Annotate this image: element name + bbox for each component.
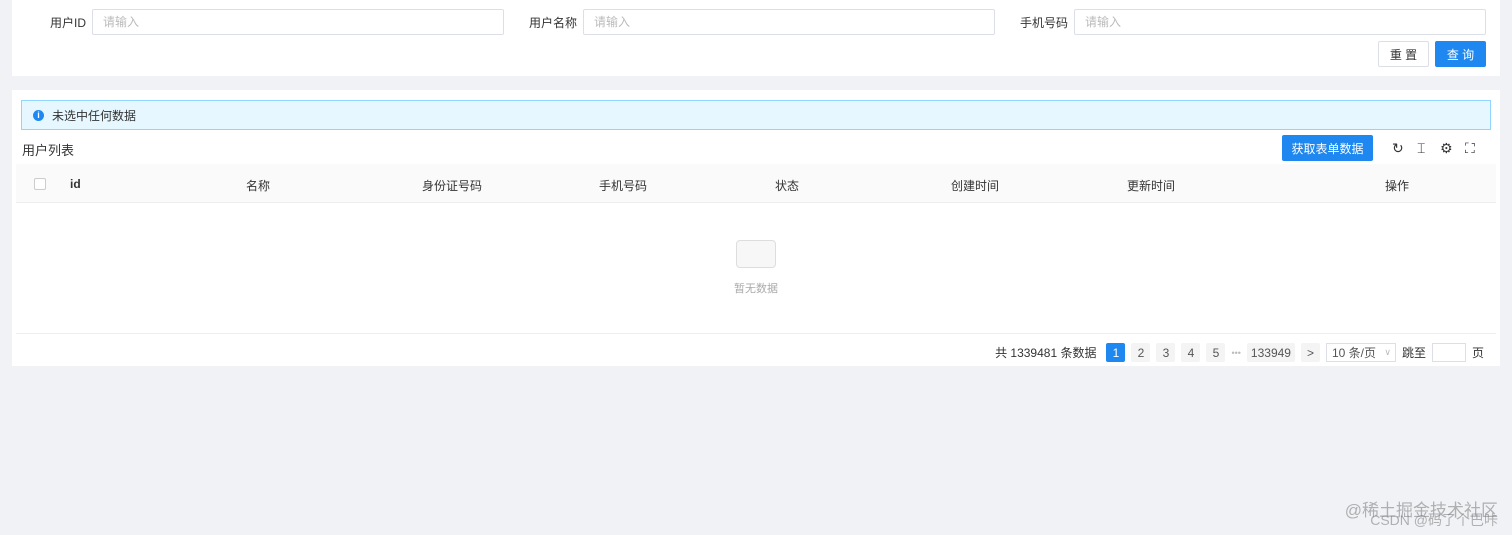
column-phone[interactable]: 手机号码 xyxy=(599,177,647,194)
column-updated[interactable]: 更新时间 xyxy=(1127,177,1175,194)
phone-label: 手机号码 xyxy=(1019,15,1068,30)
phone-field: 手机号码 xyxy=(994,9,1486,35)
column-created[interactable]: 创建时间 xyxy=(951,177,999,194)
chevron-down-icon: ∨ xyxy=(1384,347,1391,357)
table-card: i 未选中任何数据 用户列表 获取表单数据 ↻ ⌶ ⚙ ⛶ id 名称 身份证号… xyxy=(12,90,1500,366)
user-id-field: 用户ID xyxy=(12,9,504,35)
page-2[interactable]: 2 xyxy=(1131,343,1151,362)
fetch-form-data-button[interactable]: 获取表单数据 xyxy=(1282,135,1373,161)
search-form: 用户ID 用户名称 手机号码 重 置 查 询 xyxy=(12,0,1500,76)
density-icon[interactable]: ⌶ xyxy=(1417,140,1425,157)
page-size-select[interactable]: 10 条/页 ∨ xyxy=(1325,343,1396,362)
page-4[interactable]: 4 xyxy=(1181,343,1201,362)
column-id-card[interactable]: 身份证号码 xyxy=(422,177,482,194)
user-name-input[interactable] xyxy=(583,9,995,35)
info-icon: i xyxy=(33,109,44,121)
page-1[interactable]: 1 xyxy=(1106,343,1126,362)
user-id-label: 用户ID xyxy=(49,15,86,30)
user-name-field: 用户名称 xyxy=(503,9,995,35)
phone-input[interactable] xyxy=(1074,9,1486,35)
page-size-value: 10 条/页 xyxy=(1331,346,1376,360)
page-suffix: 页 xyxy=(1471,346,1484,360)
table-title: 用户列表 xyxy=(22,143,75,158)
pagination: 共 1339481 条数据 1 2 3 4 5 ••• 133949 > 10 … xyxy=(995,343,1484,362)
user-id-input[interactable] xyxy=(92,9,504,35)
reset-button[interactable]: 重 置 xyxy=(1378,41,1429,67)
refresh-icon[interactable]: ↻ xyxy=(1392,140,1404,157)
more-pages[interactable]: ••• xyxy=(1231,348,1240,358)
query-button[interactable]: 查 询 xyxy=(1435,41,1486,67)
column-actions: 操作 xyxy=(1385,179,1410,193)
column-name[interactable]: 名称 xyxy=(246,177,270,194)
column-id[interactable]: id xyxy=(70,177,81,191)
total-count: 共 1339481 条数据 xyxy=(995,346,1097,360)
page-3[interactable]: 3 xyxy=(1156,343,1176,362)
column-status[interactable]: 状态 xyxy=(775,177,799,194)
empty-text: 暂无数据 xyxy=(734,283,778,295)
table-header: id 名称 身份证号码 手机号码 状态 创建时间 更新时间 操作 xyxy=(16,164,1496,203)
empty-state: 暂无数据 xyxy=(12,240,1500,296)
jump-label: 跳至 xyxy=(1401,346,1426,360)
settings-icon[interactable]: ⚙ xyxy=(1440,140,1453,157)
select-all-checkbox[interactable] xyxy=(34,178,46,190)
jump-input[interactable] xyxy=(1431,343,1466,362)
selection-alert: i 未选中任何数据 xyxy=(21,100,1491,130)
page-5[interactable]: 5 xyxy=(1206,343,1226,362)
empty-inbox-icon xyxy=(736,240,776,268)
alert-text: 未选中任何数据 xyxy=(52,108,137,123)
next-page-button[interactable]: > xyxy=(1300,343,1320,362)
page-last[interactable]: 133949 xyxy=(1246,343,1295,362)
user-name-label: 用户名称 xyxy=(528,15,577,30)
fullscreen-icon[interactable]: ⛶ xyxy=(1465,140,1475,157)
watermark-csdn: CSDN @码了个巴咔 xyxy=(1370,512,1498,528)
divider xyxy=(16,333,1496,334)
